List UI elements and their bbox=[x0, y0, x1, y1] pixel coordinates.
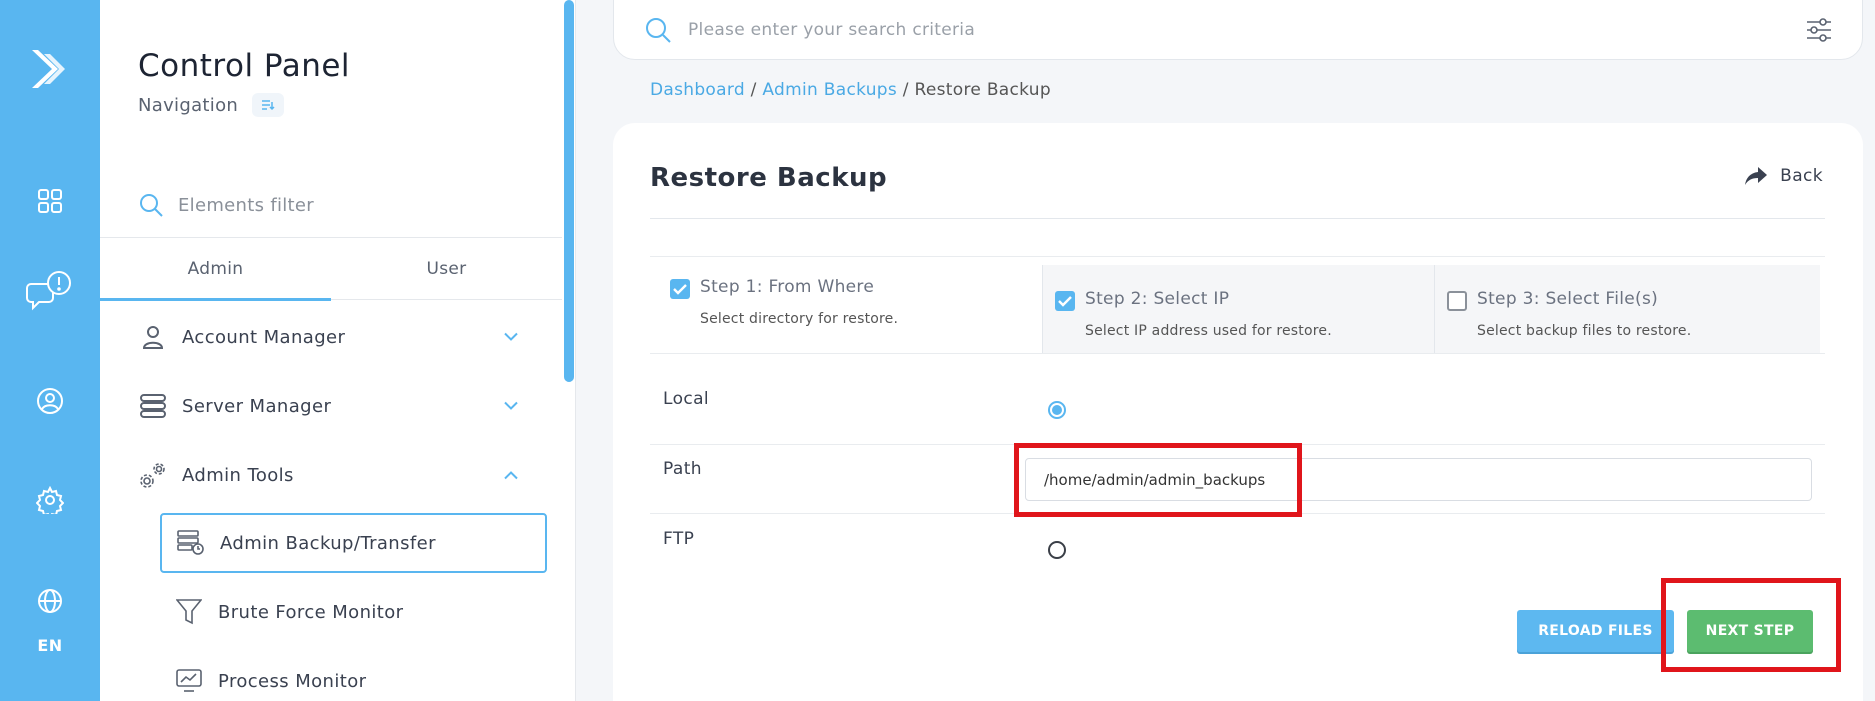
step-checkbox-checked bbox=[1055, 291, 1075, 311]
menu-server-manager[interactable]: Server Manager bbox=[138, 391, 518, 421]
nav-tabs: Admin User bbox=[100, 237, 562, 301]
path-label: Path bbox=[663, 459, 702, 479]
submenu-label: Admin Backup/Transfer bbox=[220, 532, 436, 554]
ftp-label: FTP bbox=[663, 529, 695, 549]
step-select-files[interactable]: Step 3: Select File(s) Select backup fil… bbox=[1434, 265, 1820, 353]
panel-title: Control Panel bbox=[138, 48, 351, 84]
submenu-admin-backup-transfer[interactable]: Admin Backup/Transfer bbox=[160, 513, 547, 573]
menu-account-manager[interactable]: Account Manager bbox=[138, 322, 518, 352]
funnel-icon bbox=[174, 597, 204, 627]
filter-sliders-icon[interactable] bbox=[1806, 18, 1832, 42]
breadcrumb-current: Restore Backup bbox=[914, 80, 1051, 100]
step-checkbox-unchecked bbox=[1447, 291, 1467, 311]
step-from-where[interactable]: Step 1: From Where Select directory for … bbox=[650, 257, 1042, 353]
step-select-ip[interactable]: Step 2: Select IP Select IP address used… bbox=[1042, 265, 1434, 353]
person-icon bbox=[138, 322, 168, 352]
restore-backup-card: Restore Backup Back Step 1: From Where S… bbox=[613, 123, 1863, 701]
elements-filter[interactable]: Elements filter bbox=[138, 192, 314, 218]
submenu-label: Process Monitor bbox=[218, 670, 367, 692]
breadcrumb-admin-backups[interactable]: Admin Backups bbox=[762, 80, 897, 100]
monitor-chart-icon bbox=[174, 666, 204, 696]
search-input[interactable]: Please enter your search criteria bbox=[688, 20, 1806, 40]
menu-label: Account Manager bbox=[182, 326, 346, 348]
language-label[interactable]: EN bbox=[0, 632, 100, 658]
menu-label: Server Manager bbox=[182, 395, 332, 417]
page-title: Restore Backup bbox=[650, 163, 888, 193]
nav-scrollbar[interactable] bbox=[562, 0, 574, 701]
settings-icon[interactable] bbox=[0, 484, 100, 516]
language-globe-icon[interactable] bbox=[0, 585, 100, 617]
scrollbar-thumb[interactable] bbox=[564, 0, 574, 382]
menu-admin-tools[interactable]: Admin Tools bbox=[138, 460, 518, 490]
navigation-label: Navigation bbox=[138, 94, 239, 116]
back-button[interactable]: Back bbox=[1744, 166, 1823, 186]
user-icon[interactable] bbox=[0, 385, 100, 417]
dashboard-grid-icon[interactable] bbox=[0, 185, 100, 217]
navigation-subtitle: Navigation bbox=[138, 93, 285, 117]
submenu-label: Brute Force Monitor bbox=[218, 601, 404, 623]
gears-icon bbox=[138, 460, 168, 490]
back-label: Back bbox=[1780, 166, 1823, 186]
search-icon bbox=[646, 18, 671, 43]
tab-admin[interactable]: Admin bbox=[100, 238, 331, 301]
search-icon bbox=[140, 194, 163, 217]
chevron-down-icon bbox=[504, 332, 518, 341]
breadcrumb: Dashboard / Admin Backups / Restore Back… bbox=[650, 80, 1051, 100]
step-title: Step 3: Select File(s) bbox=[1477, 289, 1659, 309]
breadcrumb-separator: / bbox=[902, 80, 909, 100]
logo-icon[interactable] bbox=[0, 38, 100, 100]
row-divider bbox=[650, 444, 1825, 445]
global-search-bar[interactable]: Please enter your search criteria bbox=[613, 0, 1863, 60]
backup-server-icon bbox=[176, 528, 206, 558]
step-description: Select directory for restore. bbox=[700, 311, 899, 327]
step-title: Step 2: Select IP bbox=[1085, 289, 1230, 309]
filter-placeholder: Elements filter bbox=[178, 194, 314, 216]
reload-files-button[interactable]: RELOAD FILES bbox=[1517, 610, 1674, 652]
notifications-icon[interactable] bbox=[0, 268, 100, 314]
step-checkbox-checked bbox=[670, 279, 690, 299]
navigation-panel: Control Panel Navigation Elements filter… bbox=[100, 0, 576, 701]
share-arrow-icon bbox=[1745, 167, 1768, 185]
submenu-brute-force-monitor[interactable]: Brute Force Monitor bbox=[160, 582, 547, 642]
ftp-radio[interactable] bbox=[1048, 541, 1066, 559]
submenu-process-monitor[interactable]: Process Monitor bbox=[160, 651, 547, 701]
sort-toggle-icon[interactable] bbox=[252, 93, 285, 117]
menu-label: Admin Tools bbox=[182, 464, 294, 486]
chevron-up-icon bbox=[504, 471, 518, 480]
title-divider bbox=[650, 218, 1825, 219]
chevron-down-icon bbox=[504, 401, 518, 410]
row-divider bbox=[650, 513, 1825, 514]
next-step-button[interactable]: NEXT STEP bbox=[1687, 610, 1813, 652]
breadcrumb-dashboard[interactable]: Dashboard bbox=[650, 80, 745, 100]
wizard-steps: Step 1: From Where Select directory for … bbox=[650, 256, 1825, 354]
step-title: Step 1: From Where bbox=[700, 277, 875, 297]
step-description: Select backup files to restore. bbox=[1477, 323, 1692, 339]
path-input[interactable] bbox=[1025, 458, 1812, 501]
step-description: Select IP address used for restore. bbox=[1085, 323, 1332, 339]
icon-rail: EN bbox=[0, 0, 100, 701]
local-label: Local bbox=[663, 389, 710, 409]
local-radio[interactable] bbox=[1048, 401, 1066, 419]
tab-user[interactable]: User bbox=[331, 238, 562, 299]
server-icon bbox=[138, 391, 168, 421]
breadcrumb-separator: / bbox=[750, 80, 757, 100]
